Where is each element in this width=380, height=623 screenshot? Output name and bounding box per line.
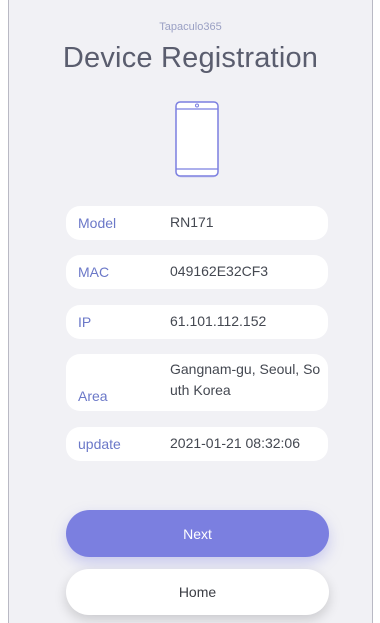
update-label: update bbox=[78, 436, 121, 452]
ip-row: IP 61.101.112.152 bbox=[66, 305, 328, 339]
model-value: RN171 bbox=[170, 214, 214, 230]
area-label: Area bbox=[78, 388, 108, 404]
update-value: 2021-01-21 08:32:06 bbox=[170, 435, 300, 451]
ip-value: 61.101.112.152 bbox=[170, 313, 267, 329]
brand-label: Tapaculo365 bbox=[159, 21, 222, 33]
home-button[interactable]: Home bbox=[66, 569, 329, 615]
page-title: Device Registration bbox=[62, 42, 319, 74]
mac-label: MAC bbox=[78, 264, 110, 280]
area-row: Area Gangnam-gu, Seoul, South Korea bbox=[66, 354, 328, 411]
next-button[interactable]: Next bbox=[66, 510, 329, 557]
ip-label: IP bbox=[78, 314, 92, 330]
registration-screen: Tapaculo365 Device Registration Model RN… bbox=[8, 0, 373, 623]
mac-row: MAC 049162E32CF3 bbox=[66, 255, 328, 289]
model-row: Model RN171 bbox=[66, 206, 328, 240]
update-row: update 2021-01-21 08:32:06 bbox=[66, 427, 328, 461]
area-value: Gangnam-gu, Seoul, South Korea bbox=[170, 361, 321, 398]
mac-value: 049162E32CF3 bbox=[170, 263, 269, 279]
smartphone-icon bbox=[173, 100, 221, 184]
model-label: Model bbox=[78, 215, 117, 231]
